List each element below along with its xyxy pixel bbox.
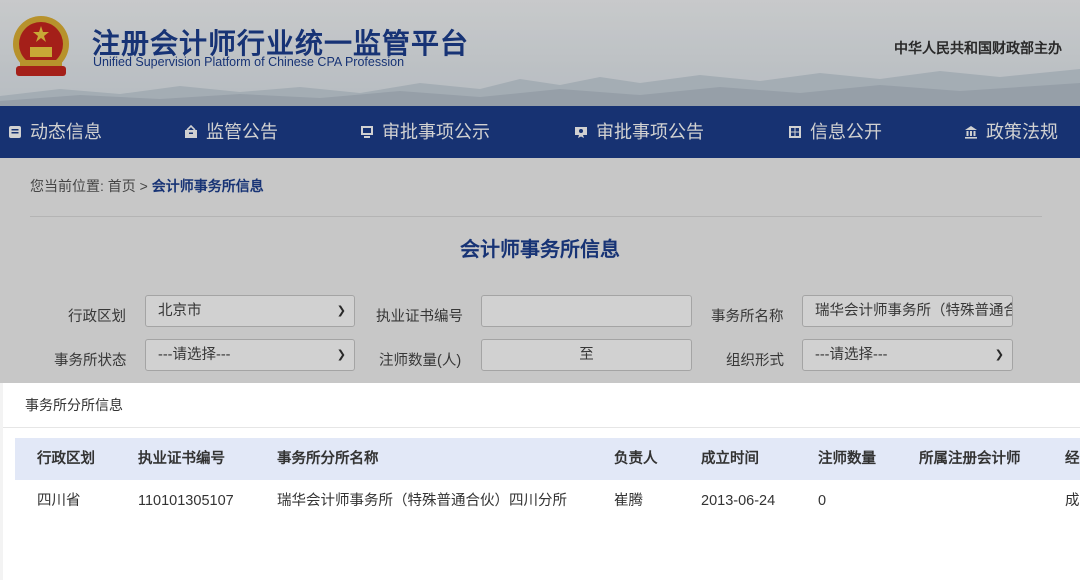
modal-backdrop[interactable] (0, 0, 1080, 383)
column-header: 经营场所 (1065, 451, 1080, 467)
column-header: 注师数量 (818, 451, 876, 467)
table-header: 行政区划 执业证书编号 事务所分所名称 负责人 成立时间 注师数量 所属注册会计… (15, 438, 1080, 480)
modal-title: 事务所分所信息 (3, 383, 1080, 428)
table-cell: 2013-06-24 (701, 493, 776, 509)
column-header: 执业证书编号 (138, 451, 225, 467)
column-header: 成立时间 (701, 451, 759, 467)
branch-table: 行政区划 执业证书编号 事务所分所名称 负责人 成立时间 注师数量 所属注册会计… (15, 438, 1080, 522)
branch-info-modal: 事务所分所信息 行政区划 执业证书编号 事务所分所名称 负责人 成立时间 注师数… (3, 383, 1080, 580)
table-cell: 0 (818, 493, 827, 509)
table-cell: 110101305107 (138, 493, 234, 509)
table-cell: 四川省 (37, 493, 81, 509)
table-cell: 崔腾 (614, 493, 643, 509)
column-header: 行政区划 (37, 451, 95, 467)
column-header: 所属注册会计师 (919, 451, 1021, 467)
table-cell: 瑞华会计师事务所（特殊普通合伙）四川分所 (277, 493, 567, 509)
table-row: 四川省 110101305107 瑞华会计师事务所（特殊普通合伙）四川分所 崔腾… (15, 480, 1080, 522)
column-header: 事务所分所名称 (277, 451, 379, 467)
column-header: 负责人 (614, 451, 658, 467)
table-cell: 成都市 (1065, 493, 1080, 509)
